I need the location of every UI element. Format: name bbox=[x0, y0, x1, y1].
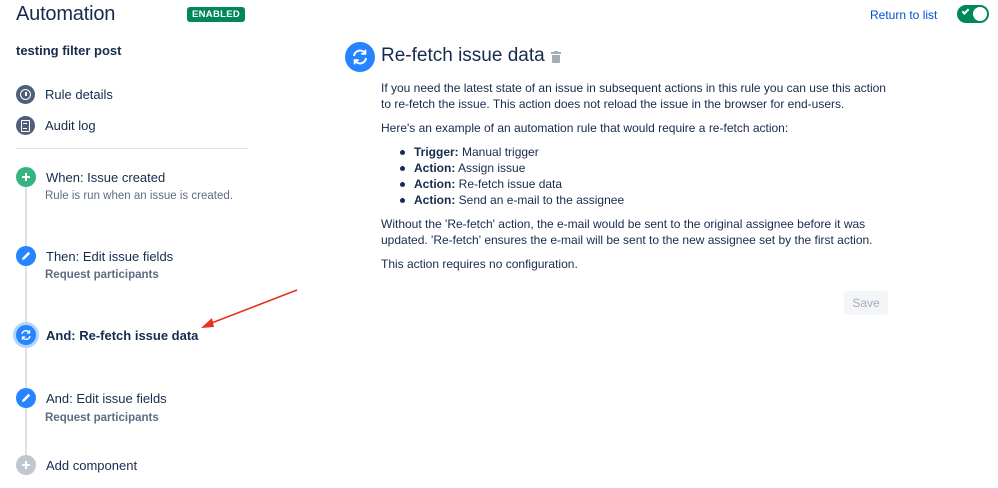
step-title: And: Re-fetch issue data bbox=[46, 327, 199, 343]
example-intro: Here's an example of an automation rule … bbox=[381, 121, 789, 135]
list-item: Trigger: Manual trigger bbox=[398, 144, 624, 160]
description-paragraph: If you need the latest state of an issue… bbox=[381, 81, 886, 111]
trash-icon[interactable] bbox=[551, 51, 561, 63]
step-subtitle: Rule is run when an issue is created. bbox=[45, 190, 233, 202]
check-icon bbox=[961, 7, 970, 15]
step-subtitle: Request participants bbox=[45, 269, 159, 281]
step-then-edit-issue-fields[interactable]: Then: Edit issue fields bbox=[16, 246, 173, 266]
save-button[interactable]: Save bbox=[844, 291, 888, 315]
plus-icon bbox=[16, 167, 36, 187]
step-when-issue-created[interactable]: When: Issue created bbox=[16, 167, 165, 187]
list-item: Action: Send an e-mail to the assignee bbox=[398, 192, 624, 208]
sidebar-item-label: Rule details bbox=[45, 86, 113, 102]
configuration-note: This action requires no configuration. bbox=[381, 257, 578, 271]
example-list: Trigger: Manual trigger Action: Assign i… bbox=[398, 144, 624, 208]
rule-name: testing filter post bbox=[16, 43, 122, 58]
return-to-list-link[interactable]: Return to list bbox=[870, 8, 937, 22]
page-title: Re-fetch issue data bbox=[381, 45, 545, 66]
annotation-arrow bbox=[201, 289, 298, 328]
step-title: When: Issue created bbox=[46, 169, 166, 185]
rule-enabled-toggle[interactable] bbox=[957, 5, 989, 23]
add-component-button[interactable]: Add component bbox=[16, 455, 137, 475]
sidebar-item-audit-log[interactable]: Audit log bbox=[16, 115, 96, 135]
sidebar-divider bbox=[16, 148, 248, 149]
step-title: Add component bbox=[46, 457, 138, 473]
sidebar-item-label: Audit log bbox=[45, 117, 96, 133]
timeline-connector bbox=[25, 178, 27, 463]
list-item: Action: Re-fetch issue data bbox=[398, 176, 624, 192]
step-title: And: Edit issue fields bbox=[46, 390, 167, 406]
toggle-knob bbox=[973, 7, 987, 21]
app-title: Automation bbox=[16, 3, 116, 25]
sidebar-item-rule-details[interactable]: Rule details bbox=[16, 84, 113, 104]
status-badge: ENABLED bbox=[187, 7, 246, 22]
step-and-edit-issue-fields[interactable]: And: Edit issue fields bbox=[16, 388, 167, 408]
step-title: Then: Edit issue fields bbox=[46, 248, 174, 264]
refresh-icon bbox=[16, 325, 36, 345]
pencil-icon bbox=[16, 246, 36, 266]
step-subtitle: Request participants bbox=[45, 412, 159, 424]
info-icon bbox=[16, 84, 35, 104]
pencil-icon bbox=[16, 388, 36, 408]
step-and-re-fetch-issue-data[interactable]: And: Re-fetch issue data bbox=[16, 325, 198, 345]
explanation-paragraph: Without the 'Re-fetch' action, the e-mai… bbox=[381, 217, 873, 247]
list-item: Action: Assign issue bbox=[398, 160, 624, 176]
refresh-icon bbox=[345, 42, 375, 72]
plus-icon bbox=[16, 455, 36, 475]
audit-log-icon bbox=[16, 115, 35, 135]
